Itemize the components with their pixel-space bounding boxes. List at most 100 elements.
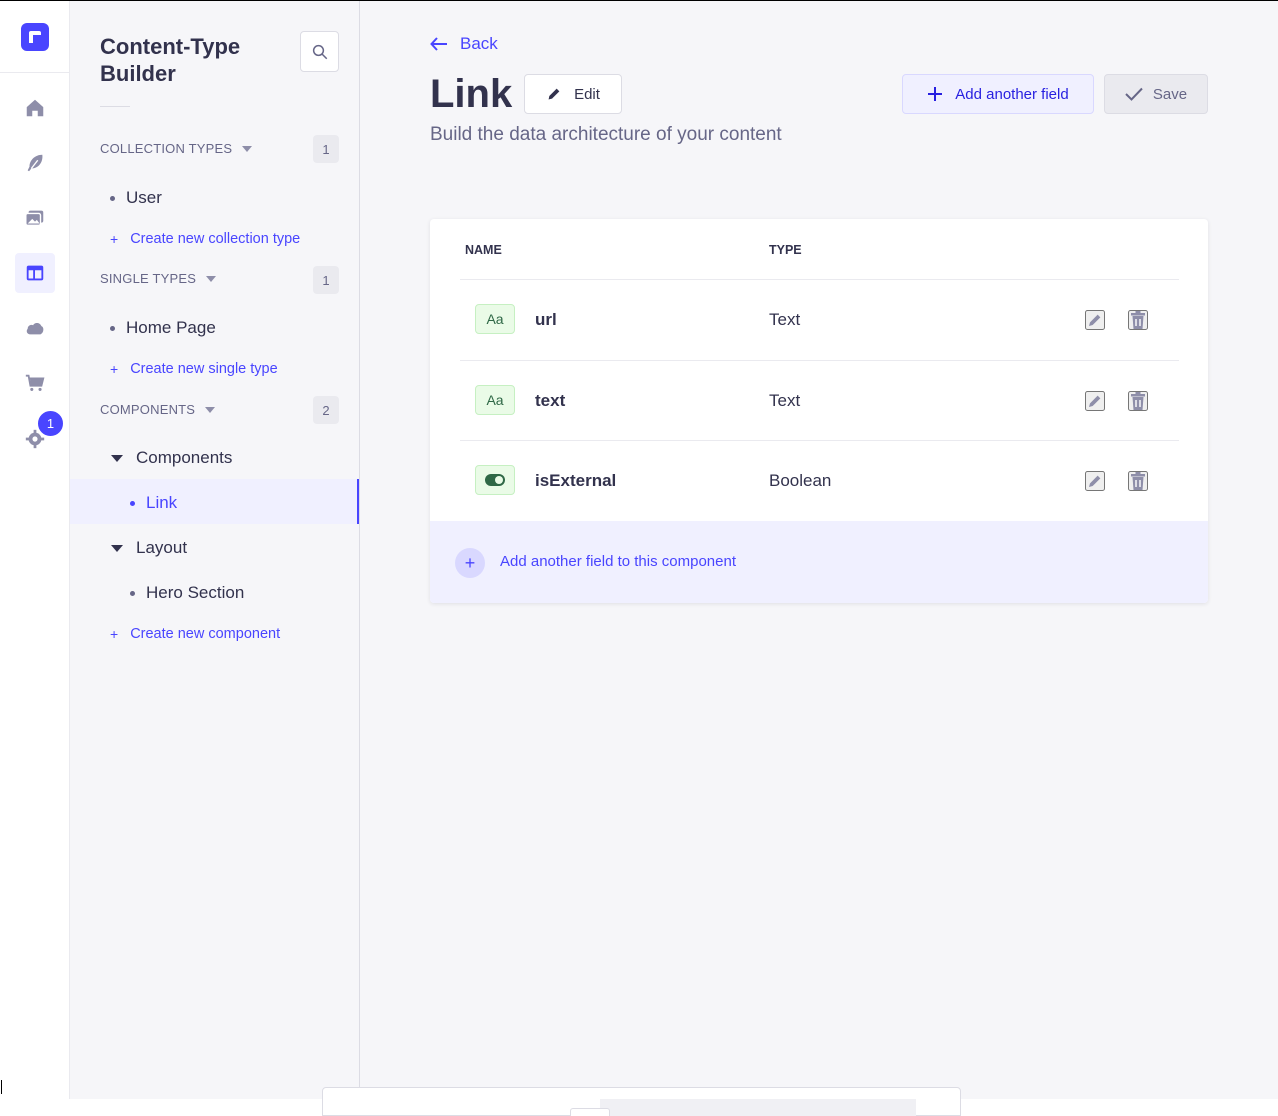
delete-field-button[interactable] [1128, 471, 1148, 491]
edit-field-button[interactable] [1085, 471, 1105, 491]
nav-item-link[interactable]: Link [130, 493, 177, 513]
shopping-cart-icon[interactable] [15, 363, 55, 403]
collection-types-count: 1 [313, 135, 339, 163]
bullet-icon [130, 590, 135, 596]
plus-icon: + [110, 231, 119, 247]
field-name: url [535, 310, 557, 329]
add-field-to-component-button[interactable]: + Add another field to this component [430, 521, 1208, 603]
create-component-link[interactable]: + Create new component [110, 626, 280, 642]
create-link-label: Create new component [130, 626, 281, 642]
trash-icon [1131, 392, 1145, 410]
boolean-field-icon [475, 465, 515, 495]
fields-table-card: NAME TYPE Aa url Text Aa text Text isExt… [430, 219, 1208, 603]
rail-divider [0, 72, 69, 73]
text-field-icon: Aa [475, 304, 515, 334]
toggle-icon [485, 474, 505, 486]
field-name: text [535, 391, 566, 410]
nav-item-label: Link [146, 493, 178, 512]
nav-item-label: Hero Section [146, 583, 245, 602]
pencil-icon [1089, 475, 1101, 487]
save-button[interactable]: Save [1104, 74, 1208, 114]
save-label: Save [1152, 85, 1188, 103]
arrow-left-icon [430, 37, 447, 51]
category-label: Components [136, 448, 233, 467]
create-link-label: Create new collection type [130, 231, 301, 247]
pencil-icon [548, 88, 560, 100]
main-nav-rail: 1 [0, 1, 70, 1099]
trash-icon [1131, 311, 1145, 329]
page-subtitle: Build the data architecture of your cont… [430, 124, 782, 145]
nav-item-hero-section[interactable]: Hero Section [130, 583, 244, 603]
components-header[interactable]: COMPONENTS [100, 402, 216, 417]
category-label: Layout [136, 538, 188, 557]
trash-icon [1131, 472, 1145, 490]
nav-item-label: User [126, 188, 162, 207]
edit-label: Edit [574, 85, 600, 103]
create-link-label: Create new single type [130, 361, 278, 377]
active-item-highlight [70, 479, 359, 524]
check-icon [1125, 87, 1143, 101]
back-label: Back [460, 34, 498, 53]
bullet-icon [110, 325, 115, 331]
home-icon[interactable] [15, 88, 55, 128]
add-another-field-button[interactable]: Add another field [902, 74, 1094, 114]
nav-item-user[interactable]: User [110, 188, 162, 208]
category-layout[interactable]: Layout [111, 538, 187, 558]
plus-icon [928, 87, 943, 101]
table-row[interactable]: isExternal Boolean [460, 440, 1179, 521]
feather-icon[interactable] [15, 143, 55, 183]
delete-field-button[interactable] [1128, 310, 1148, 330]
column-header-type: TYPE [769, 243, 802, 257]
plus-circle-icon: + [455, 548, 485, 578]
field-type: Text [769, 310, 801, 329]
subnav-title: Content-Type Builder [100, 34, 241, 86]
add-field-to-component-label: Add another field to this component [500, 553, 736, 570]
plus-icon: + [110, 626, 119, 642]
nav-item-label: Home Page [126, 318, 216, 337]
bottom-panel-shade [600, 1099, 916, 1116]
bottom-panel-tab [570, 1108, 610, 1116]
subnav-divider [100, 106, 130, 107]
page-title: Link [430, 72, 513, 116]
back-link[interactable]: Back [430, 34, 498, 54]
single-types-label: SINGLE TYPES [100, 271, 197, 286]
components-label: COMPONENTS [100, 402, 196, 417]
collection-types-header[interactable]: COLLECTION TYPES [100, 141, 253, 156]
nav-item-home-page[interactable]: Home Page [110, 318, 216, 338]
single-types-header[interactable]: SINGLE TYPES [100, 271, 217, 286]
field-type: Boolean [769, 471, 832, 490]
cloud-icon[interactable] [15, 308, 55, 348]
edit-button[interactable]: Edit [524, 74, 622, 114]
category-components[interactable]: Components [111, 448, 232, 468]
components-count: 2 [313, 396, 339, 424]
settings-notification-badge: 1 [36, 409, 65, 438]
table-row[interactable]: Aa url Text [460, 279, 1179, 360]
text-field-icon: Aa [475, 385, 515, 415]
pencil-icon [1089, 395, 1101, 407]
bullet-icon [130, 500, 135, 506]
create-collection-type-link[interactable]: + Create new collection type [110, 231, 300, 247]
strapi-logo-icon[interactable] [21, 23, 49, 51]
caret-down-icon [205, 406, 216, 413]
plus-icon: + [110, 361, 119, 377]
caret-down-icon [111, 454, 123, 462]
subnav-search-button[interactable] [300, 31, 339, 72]
create-single-type-link[interactable]: + Create new single type [110, 361, 278, 377]
caret-down-icon [111, 544, 123, 552]
field-name: isExternal [535, 471, 617, 490]
edit-field-button[interactable] [1085, 391, 1105, 411]
layout-icon[interactable] [15, 253, 55, 293]
bullet-icon [110, 195, 115, 201]
field-type: Text [769, 391, 801, 410]
add-field-label: Add another field [955, 85, 1069, 103]
single-types-count: 1 [313, 266, 339, 294]
edit-field-button[interactable] [1085, 310, 1105, 330]
pencil-icon [1089, 314, 1101, 326]
media-library-icon[interactable] [15, 198, 55, 238]
table-row[interactable]: Aa text Text [460, 360, 1179, 441]
text-cursor [1, 1080, 2, 1094]
collection-types-label: COLLECTION TYPES [100, 141, 233, 156]
delete-field-button[interactable] [1128, 391, 1148, 411]
column-header-name: NAME [465, 243, 502, 257]
caret-down-icon [242, 145, 253, 152]
